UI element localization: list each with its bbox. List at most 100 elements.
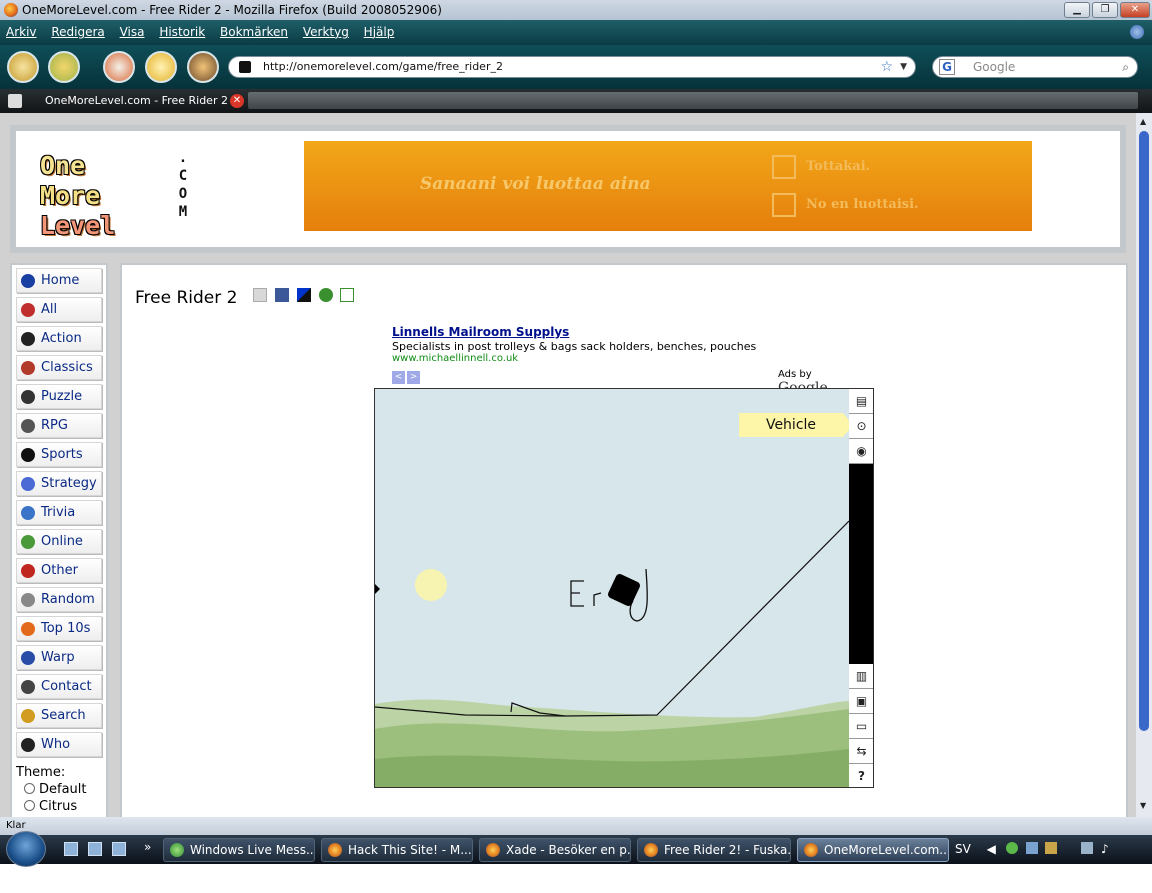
tray-app-icon[interactable] bbox=[1045, 842, 1058, 854]
network-tray-icon[interactable] bbox=[1025, 842, 1038, 854]
view-eye-icon[interactable]: ◉ bbox=[849, 439, 873, 464]
ad-prev-button[interactable]: < bbox=[392, 371, 405, 384]
theme-option-citrus[interactable]: Citrus bbox=[16, 799, 87, 814]
scroll-up-icon[interactable]: ▲ bbox=[1140, 117, 1146, 126]
sidebar-item-classics[interactable]: Classics bbox=[16, 355, 102, 380]
sidebar-item-trivia[interactable]: Trivia bbox=[16, 500, 102, 525]
quicklaunch-app-icon[interactable] bbox=[112, 842, 126, 856]
sidebar-item-top-10s[interactable]: Top 10s bbox=[16, 616, 102, 641]
sidebar-item-other[interactable]: Other bbox=[16, 558, 102, 583]
game-canvas[interactable]: Vehicle ▤ ⊙ ◉ ▥ ▣ ▭ ⇆ ? bbox=[374, 388, 874, 788]
task-free-rider-fuska[interactable]: Free Rider 2! - Fuska... bbox=[637, 838, 791, 862]
logo-word-level: Level bbox=[40, 211, 116, 240]
ad-banner[interactable]: Sanaani voi luottaa aina Tottakai. No en… bbox=[304, 141, 1032, 231]
url-bar[interactable]: http://onemorelevel.com/game/free_rider_… bbox=[228, 56, 916, 78]
show-desktop-icon[interactable] bbox=[64, 842, 78, 856]
sidebar-item-label: Trivia bbox=[41, 505, 76, 520]
site-logo[interactable]: One More Level bbox=[40, 151, 115, 241]
sidebar-item-puzzle[interactable]: Puzzle bbox=[16, 384, 102, 409]
task-label: Windows Live Mess... bbox=[190, 843, 315, 857]
close-button[interactable]: ✕ bbox=[1120, 2, 1150, 18]
tab-list-icon[interactable] bbox=[8, 94, 22, 108]
open-folder-icon[interactable]: ▭ bbox=[849, 714, 873, 739]
volume-icon[interactable]: ♪ bbox=[1101, 842, 1109, 856]
tab-bar: OneMoreLevel.com - Free Rider 2 ✕ bbox=[0, 89, 1152, 113]
digg-icon[interactable] bbox=[253, 288, 267, 302]
sidebar-item-who[interactable]: Who bbox=[16, 732, 102, 757]
menu-hjalp[interactable]: Hjälp bbox=[364, 25, 395, 39]
radio-icon[interactable] bbox=[24, 783, 35, 794]
help-button[interactable]: ? bbox=[849, 764, 873, 787]
sidebar-item-all[interactable]: All bbox=[16, 297, 102, 322]
ad-description: Specialists in post trolleys & bags sack… bbox=[392, 340, 757, 353]
tray-expand-icon[interactable]: ◀ bbox=[987, 842, 996, 856]
action-icon bbox=[21, 332, 35, 346]
trash-icon[interactable]: ▥ bbox=[849, 664, 873, 689]
ad-url[interactable]: www.michaellinnell.co.uk bbox=[392, 353, 862, 364]
search-box[interactable]: G Google ⌕ bbox=[932, 56, 1138, 78]
ad-next-button[interactable]: > bbox=[407, 371, 420, 384]
bookmark-star-icon[interactable]: ☆ bbox=[880, 57, 893, 77]
tab-close-icon[interactable]: ✕ bbox=[230, 94, 244, 108]
menu-visa[interactable]: Visa bbox=[120, 25, 145, 39]
sidebar-item-contact[interactable]: Contact bbox=[16, 674, 102, 699]
search-icon[interactable]: ⌕ bbox=[1122, 57, 1129, 77]
sidebar-item-sports[interactable]: Sports bbox=[16, 442, 102, 467]
menu-redigera[interactable]: Redigera bbox=[51, 25, 104, 39]
sidebar-item-action[interactable]: Action bbox=[16, 326, 102, 351]
google-engine-icon[interactable]: G bbox=[939, 59, 955, 75]
menu-arkiv[interactable]: Arkiv bbox=[6, 25, 37, 39]
task-onemorelevel[interactable]: OneMoreLevel.com... bbox=[797, 838, 949, 862]
url-dropdown-icon[interactable]: ▼ bbox=[900, 57, 907, 77]
back-button[interactable] bbox=[7, 51, 39, 83]
sidebar-item-online[interactable]: Online bbox=[16, 529, 102, 554]
trivia-icon bbox=[21, 506, 35, 520]
save-icon[interactable]: ▣ bbox=[849, 689, 873, 714]
forward-button[interactable] bbox=[48, 51, 80, 83]
vehicle-tool-icon[interactable]: ⊙ bbox=[849, 414, 873, 439]
clock[interactable]: 11:49 bbox=[973, 871, 1008, 885]
quicklaunch-more-icon[interactable]: » bbox=[144, 840, 151, 854]
task-windows-live[interactable]: Windows Live Mess... bbox=[163, 838, 315, 862]
stumbleupon-icon[interactable] bbox=[319, 288, 333, 302]
menu-verktyg[interactable]: Verktyg bbox=[303, 25, 349, 39]
sidebar-item-warp[interactable]: Warp bbox=[16, 645, 102, 670]
minimize-button[interactable]: ▁ bbox=[1064, 2, 1090, 18]
sidebar-item-label: Sports bbox=[41, 447, 83, 462]
reload-button[interactable] bbox=[103, 51, 135, 83]
window-titlebar: OneMoreLevel.com - Free Rider 2 - Mozill… bbox=[0, 0, 1152, 20]
scroll-down-icon[interactable]: ▼ bbox=[1140, 801, 1146, 810]
facebook-icon[interactable] bbox=[275, 288, 289, 302]
tab-active[interactable]: OneMoreLevel.com - Free Rider 2 ✕ bbox=[28, 89, 244, 113]
menu-bokmarken[interactable]: Bokmärken bbox=[220, 25, 288, 39]
switch-windows-icon[interactable] bbox=[88, 842, 102, 856]
delicious-icon[interactable] bbox=[297, 288, 311, 302]
task-hack-this-site[interactable]: Hack This Site! - M... bbox=[321, 838, 473, 862]
google-bookmark-icon[interactable] bbox=[340, 288, 354, 302]
maximize-button[interactable]: ❐ bbox=[1092, 2, 1118, 18]
sidebar-item-search[interactable]: Search bbox=[16, 703, 102, 728]
system-tray: SV ◀ ♪ 11:49 bbox=[955, 835, 1152, 885]
sidebar-item-random[interactable]: Random bbox=[16, 587, 102, 612]
sidebar-item-rpg[interactable]: RPG bbox=[16, 413, 102, 438]
radio-icon[interactable] bbox=[24, 800, 35, 811]
sidebar-item-strategy[interactable]: Strategy bbox=[16, 471, 102, 496]
banner-option-no[interactable]: No en luottaisi. bbox=[772, 193, 919, 217]
messenger-tray-icon[interactable] bbox=[1005, 842, 1018, 854]
network-status-icon[interactable] bbox=[1081, 842, 1094, 854]
new-track-icon[interactable]: ▤ bbox=[849, 389, 873, 414]
theme-option-default[interactable]: Default bbox=[16, 782, 87, 797]
category-sidebar: Home All Action Classics Puzzle RPG Sports Stra… bbox=[10, 263, 108, 817]
banner-option-yes[interactable]: Tottakai. bbox=[772, 155, 870, 179]
home-button[interactable] bbox=[187, 51, 219, 83]
start-button[interactable] bbox=[6, 831, 46, 867]
menu-historik[interactable]: Historik bbox=[159, 25, 205, 39]
language-indicator[interactable]: SV bbox=[955, 842, 971, 856]
scrollbar-thumb[interactable] bbox=[1139, 131, 1149, 731]
swap-icon[interactable]: ⇆ bbox=[849, 739, 873, 764]
stop-button[interactable] bbox=[145, 51, 177, 83]
task-xade[interactable]: Xade - Besöker en p... bbox=[479, 838, 631, 862]
ad-title-link[interactable]: Linnells Mailroom Supplys bbox=[392, 325, 862, 339]
vertical-scrollbar[interactable]: ▲ ▼ bbox=[1136, 113, 1152, 817]
sidebar-item-home[interactable]: Home bbox=[16, 268, 102, 293]
